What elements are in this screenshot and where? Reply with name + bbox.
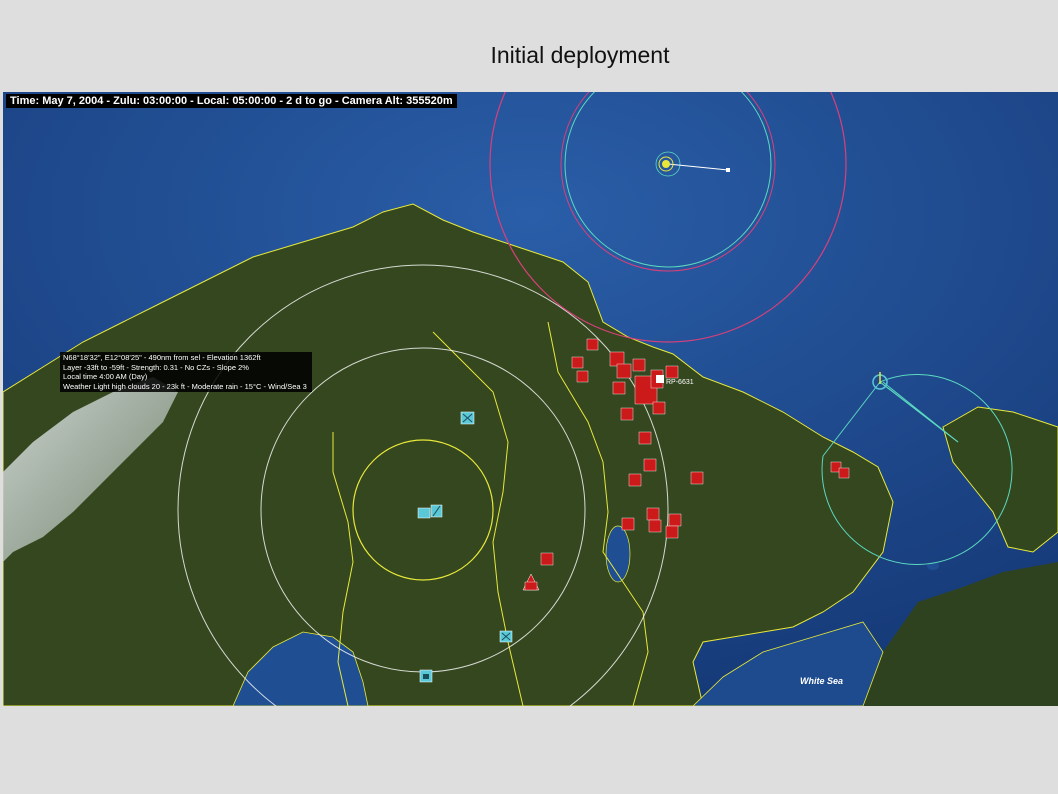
sea-label: White Sea — [800, 676, 844, 686]
unit-label: RP-6631 — [666, 379, 694, 386]
cursor-local-time: Local time 4:00 AM (Day) — [63, 372, 148, 381]
cursor-layer-info: Layer -33ft to -59ft - Strength: 0.31 - … — [63, 362, 249, 372]
friendly-unit-airbase-north[interactable] — [460, 411, 475, 425]
contact-marker[interactable] — [656, 375, 664, 383]
status-bar: Time: May 7, 2004 - Zulu: 03:00:00 - Loc… — [6, 94, 457, 108]
tactical-map[interactable] — [3, 92, 1058, 706]
friendly-unit-base-bothnia[interactable] — [419, 669, 433, 683]
cursor-coordinates: N68°18'32", E12°08'25" - 490nm from sel … — [63, 353, 261, 362]
cursor-weather: Weather Light high clouds 20 - 23k ft - … — [63, 381, 307, 391]
cursor-info-box: N68°18'32", E12°08'25" - 490nm from sel … — [60, 352, 312, 392]
sub-waypoint — [726, 168, 730, 172]
map-canvas[interactable] — [3, 92, 1058, 706]
slide-title: Initial deployment — [490, 42, 670, 68]
friendly-unit-base-south[interactable] — [499, 630, 513, 643]
